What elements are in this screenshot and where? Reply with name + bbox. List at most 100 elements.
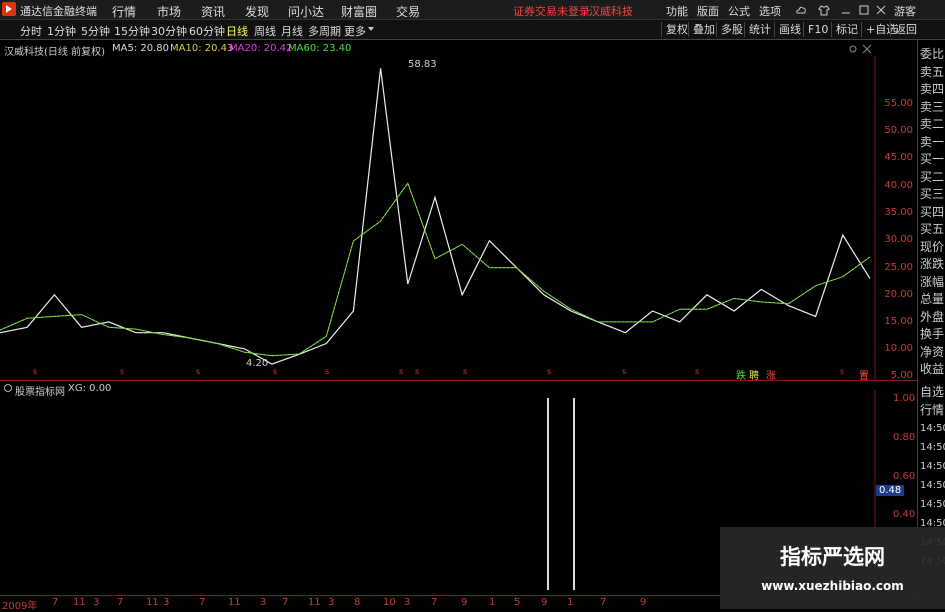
quote-field-label: 涨幅 — [920, 274, 945, 289]
x-tick: 3 — [163, 597, 170, 608]
x-tick: 5 — [514, 597, 521, 608]
x-tick: 3 — [328, 597, 335, 608]
current-indicator-value: 0.48 — [876, 485, 905, 496]
menu-ask[interactable]: 问小达 — [288, 3, 324, 20]
title-bar: 通达信金融终端 行情 市场 资讯 发现 问小达 财富圈 交易 证券交易未登录 汉… — [0, 0, 945, 20]
period-tab-15min[interactable]: 15分钟 — [114, 23, 150, 39]
overlay-button[interactable]: 叠加 — [688, 22, 715, 37]
x-tick: 11 — [73, 597, 86, 608]
x-tick: 9 — [461, 597, 468, 608]
high-price-label: 58.83 — [408, 59, 437, 70]
multi-stock-button[interactable]: 多股 — [716, 22, 743, 37]
x-tick: 1 — [489, 597, 496, 608]
sub-ytick: 0.60 — [893, 471, 916, 482]
quote-field-label: 买五 — [920, 222, 945, 236]
x-tick: 11 — [146, 597, 159, 608]
quote-field-label: 净资 — [920, 344, 945, 359]
period-tab-30min[interactable]: 30分钟 — [151, 23, 187, 39]
period-toolbar: 分时 1分钟 5分钟 15分钟 30分钟 60分钟 日线 周线 月线 多周期 更… — [0, 20, 945, 40]
menu-wealth[interactable]: 财富圈 — [341, 3, 377, 20]
period-tab-60min[interactable]: 60分钟 — [189, 23, 225, 39]
period-tab-timeshare[interactable]: 分时 — [20, 23, 42, 39]
minimize-icon[interactable] — [840, 4, 852, 16]
x-tick: 2009年 — [2, 601, 38, 612]
price-chart[interactable]: ssssssssssss — [0, 56, 917, 380]
price-ytick: 25.00 — [884, 262, 913, 273]
price-ytick: 20.00 — [884, 289, 913, 300]
sub-ytick: 1.00 — [893, 393, 916, 404]
menu-layout[interactable]: 版面 — [697, 3, 719, 19]
price-line — [0, 68, 871, 365]
draw-line-button[interactable]: 画线 — [774, 22, 801, 37]
quote-panel: 委比 卖五 卖四 卖三 卖二 卖一 买一 买二 买三 买四 买五 现价 涨跌 涨幅 总量 外盘 换手 净资 收益 自… — [917, 40, 945, 609]
stock-name: 汉威科技 — [589, 5, 633, 18]
menu-function[interactable]: 功能 — [666, 3, 688, 19]
menu-market[interactable]: 市场 — [157, 3, 181, 20]
period-tab-more[interactable]: 更多 — [344, 23, 366, 39]
quote-field-label: 卖二 — [920, 117, 945, 131]
mark-button[interactable]: 标记 — [831, 22, 858, 37]
period-tab-5min[interactable]: 5分钟 — [81, 23, 110, 39]
quote-field-label: 换手 — [920, 327, 945, 341]
app-logo-icon — [2, 2, 16, 16]
menu-discover[interactable]: 发现 — [245, 3, 269, 20]
tick-time: 14:50 — [920, 442, 945, 453]
period-tab-daily[interactable]: 日线 — [226, 23, 248, 39]
tick-time: 14:50 — [920, 480, 945, 491]
watermark: 指标严选网 www.xuezhibiao.com — [720, 527, 945, 609]
settings-icon[interactable] — [848, 44, 858, 54]
price-ytick: 35.00 — [884, 207, 913, 218]
x-tick: 9 — [541, 597, 548, 608]
quote-field-label: 买一 — [920, 152, 945, 166]
watermark-url: www.xuezhibiao.com — [761, 579, 904, 593]
low-price-label: 4.20 — [246, 358, 269, 369]
guest-label[interactable]: 游客 — [894, 3, 916, 19]
menu-trade[interactable]: 交易 — [396, 3, 420, 20]
x-tick: 7 — [282, 597, 289, 608]
quote-tab-market[interactable]: 行情 — [920, 401, 944, 418]
maximize-icon[interactable] — [858, 4, 870, 16]
close-icon[interactable] — [875, 4, 887, 16]
period-tab-weekly[interactable]: 周线 — [254, 23, 276, 39]
x-tick: 7 — [431, 597, 438, 608]
shirt-icon[interactable] — [818, 4, 830, 16]
x-tick: 3 — [404, 597, 411, 608]
panel-divider — [0, 380, 917, 381]
dividend-marker: s — [463, 367, 467, 376]
chevron-down-icon — [368, 27, 374, 31]
x-tick: 7 — [199, 597, 206, 608]
quote-field-label: 总量 — [920, 292, 945, 306]
x-tick: 7 — [52, 597, 59, 608]
quote-field-label: 卖一 — [920, 134, 945, 149]
price-ytick: 55.00 — [884, 98, 913, 109]
ma60-value: MA60: 23.40 — [288, 43, 352, 54]
x-tick: 9 — [640, 597, 647, 608]
dividend-marker: s — [273, 367, 277, 376]
quote-field-label: 买三 — [920, 187, 945, 201]
menu-quotes[interactable]: 行情 — [112, 3, 136, 20]
back-button[interactable]: 返回 — [890, 22, 917, 37]
period-tab-monthly[interactable]: 月线 — [281, 23, 303, 39]
quote-tab-watchlist[interactable]: 自选 — [920, 383, 944, 400]
price-ytick: 50.00 — [884, 125, 913, 136]
dividend-marker: s — [33, 367, 37, 376]
stats-button[interactable]: 统计 — [744, 22, 771, 37]
dividend-marker: s — [196, 367, 200, 376]
menu-options[interactable]: 选项 — [759, 3, 781, 19]
period-tab-multi[interactable]: 多周期 — [308, 23, 341, 39]
quote-field-label: 现价 — [920, 239, 945, 254]
quote-field-label: 委比 — [920, 47, 945, 61]
ma20-value: MA20: 20.42 — [229, 43, 293, 54]
quote-field-label: 卖五 — [920, 64, 945, 79]
restore-rights-button[interactable]: 复权 — [661, 22, 688, 37]
period-tab-1min[interactable]: 1分钟 — [47, 23, 76, 39]
trade-login-alert[interactable]: 证券交易未登录 — [513, 3, 590, 19]
price-ytick: 45.00 — [884, 152, 913, 163]
cloud-icon[interactable] — [795, 4, 807, 16]
f10-button[interactable]: F10 — [803, 22, 828, 37]
close-chart-icon[interactable] — [862, 44, 872, 54]
price-lines — [0, 68, 871, 365]
menu-formula[interactable]: 公式 — [728, 3, 750, 19]
x-tick: 7 — [117, 597, 124, 608]
menu-info[interactable]: 资讯 — [201, 3, 225, 20]
